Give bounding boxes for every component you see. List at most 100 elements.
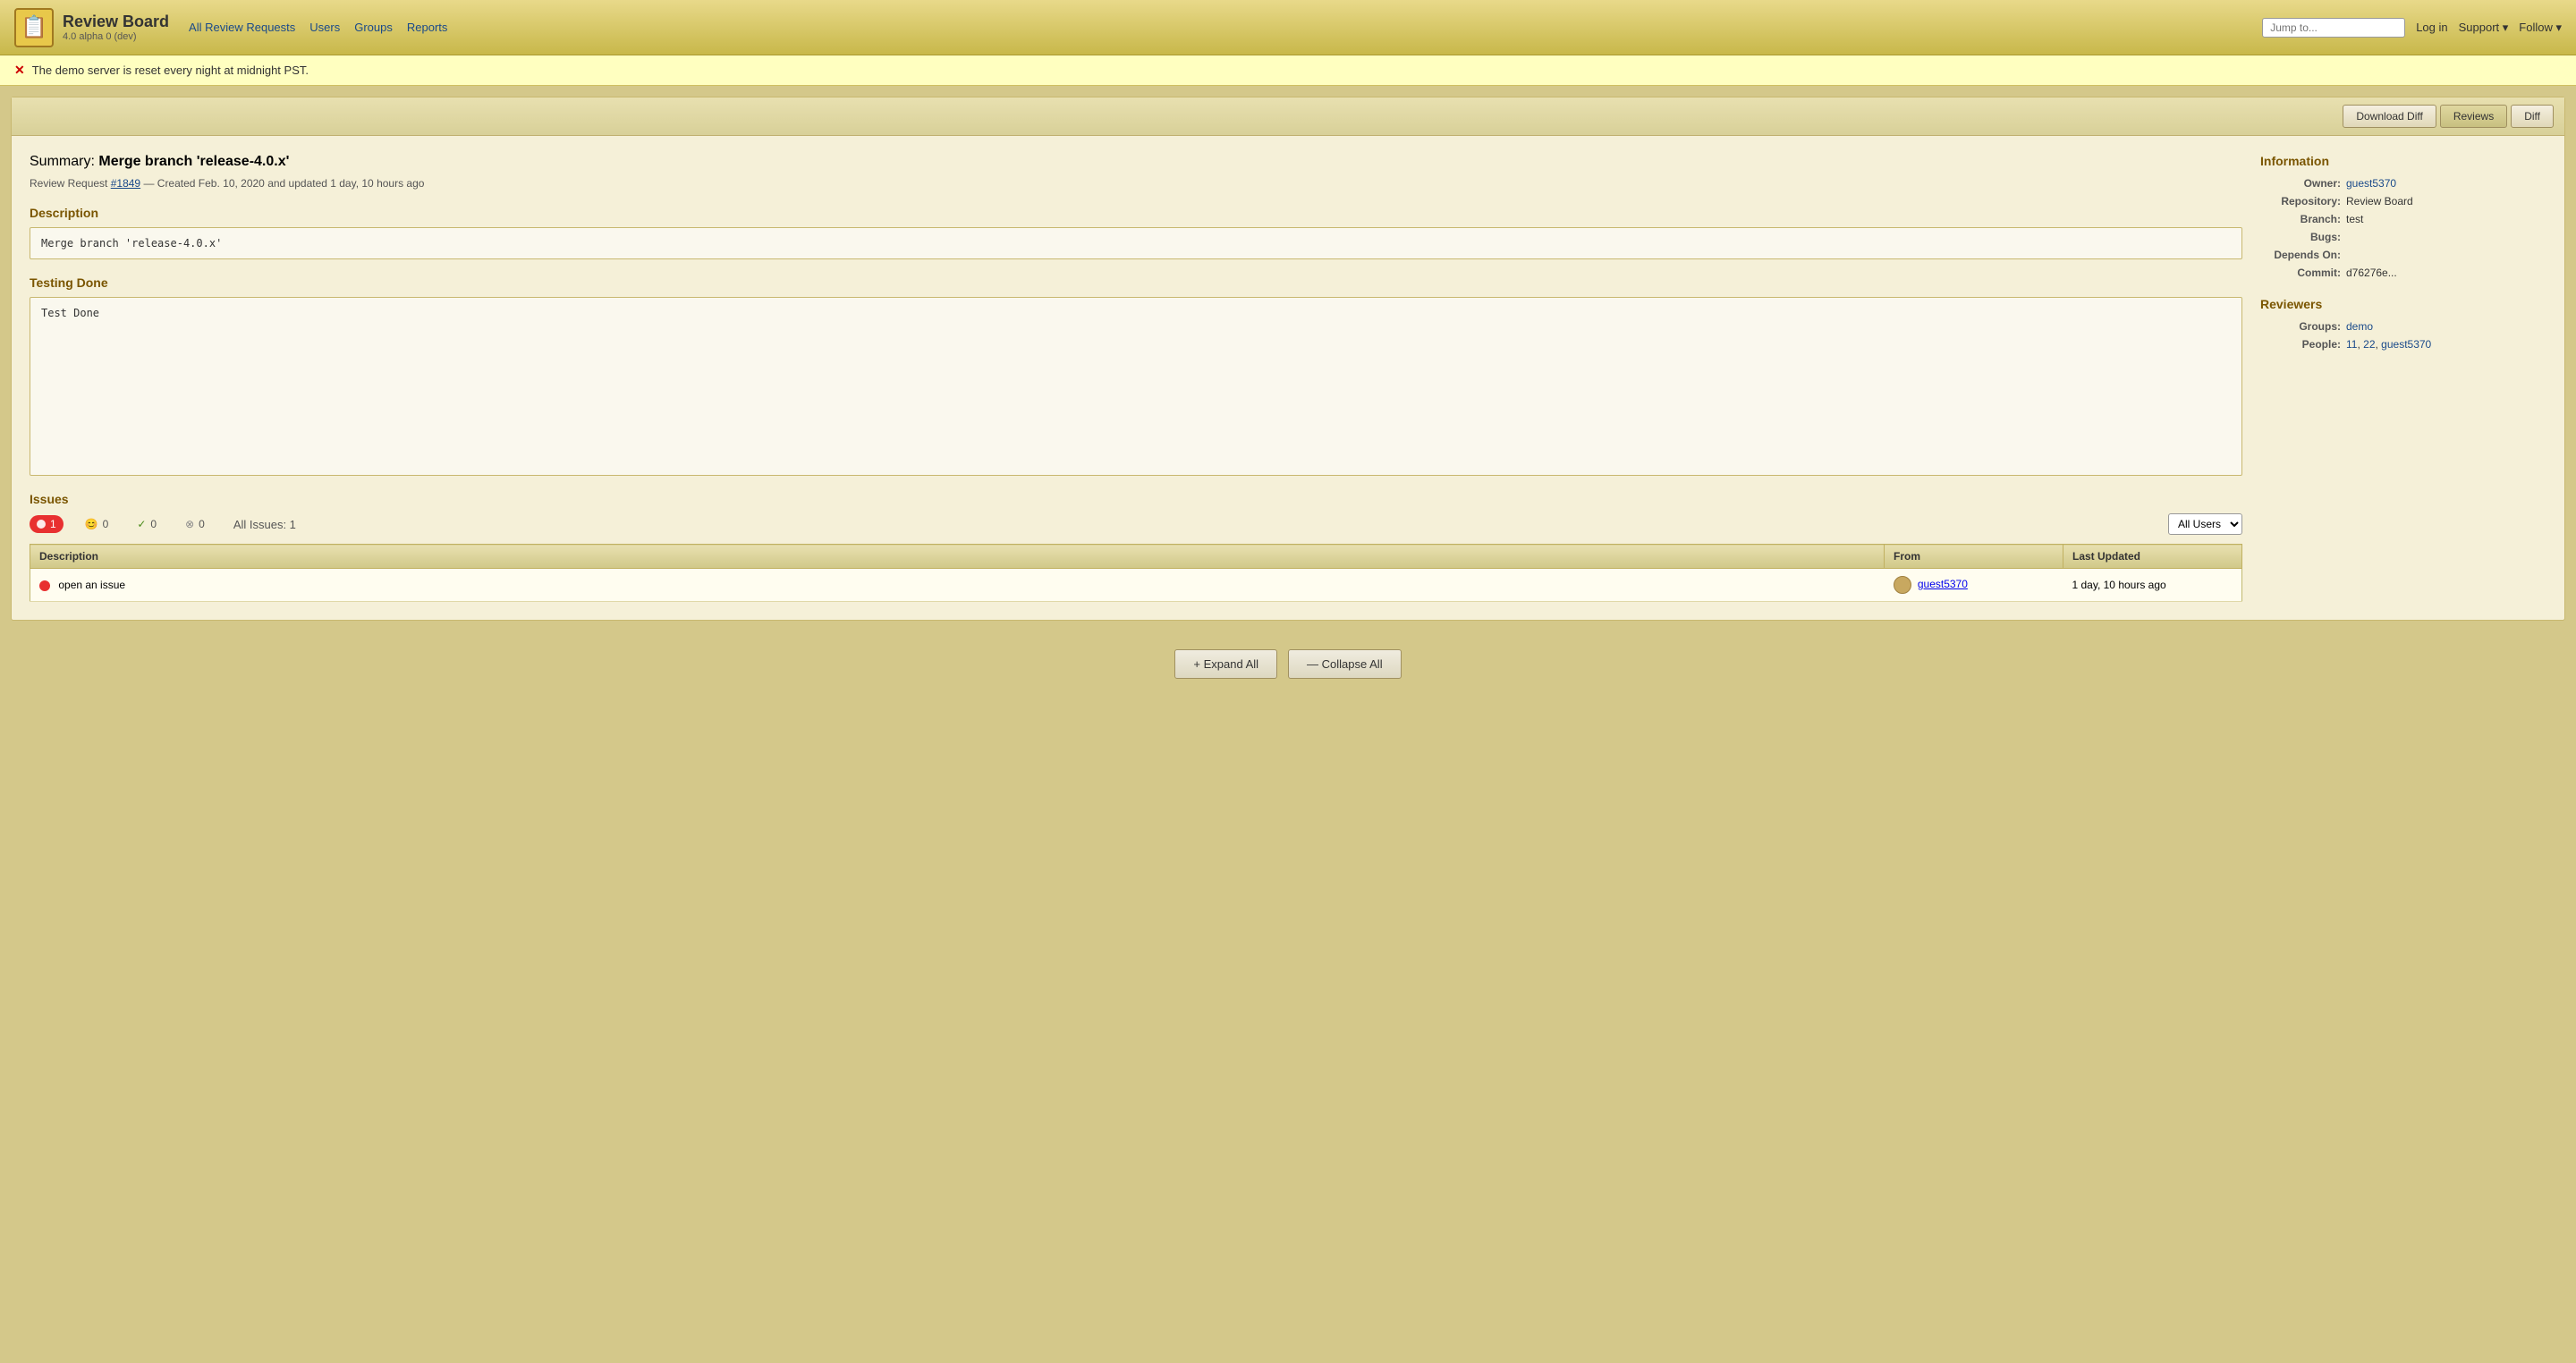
reviewers-groups-row: Groups: demo — [2260, 320, 2546, 333]
issues-user-select[interactable]: All Users — [2168, 513, 2242, 535]
reviews-tab-button[interactable]: Reviews — [2440, 105, 2507, 128]
issues-filter-bar: 1 😊 0 ✓ 0 ⊗ 0 All Issues: 1 — [30, 513, 2242, 535]
toolbar: Download Diff Reviews Diff — [12, 97, 2564, 136]
app-logo-icon: 📋 — [14, 8, 54, 47]
nav-links: All Review Requests Users Groups Reports — [189, 21, 447, 34]
open-dot — [37, 520, 46, 529]
col-last-updated: Last Updated — [2063, 545, 2242, 569]
resolved-emoji: 😊 — [85, 518, 98, 530]
meta-prefix: Review Request — [30, 177, 107, 190]
info-section: Information Owner: guest5370 Repository:… — [2260, 154, 2546, 279]
issue-from-cell: guest5370 — [1885, 569, 2063, 602]
alert-bar: ✕ The demo server is reset every night a… — [0, 55, 2576, 86]
issues-label: Issues — [30, 492, 2242, 506]
issue-description-text: open an issue — [58, 579, 125, 591]
issue-open-dot — [39, 580, 50, 591]
group-demo-link[interactable]: demo — [2346, 320, 2373, 333]
meta-date: — Created Feb. 10, 2020 and updated 1 da… — [143, 177, 424, 190]
table-row[interactable]: open an issue guest5370 1 day, 10 hours … — [30, 569, 2242, 602]
branch-value: test — [2346, 213, 2363, 225]
nav-groups[interactable]: Groups — [354, 21, 393, 34]
issue-description-cell: open an issue — [30, 569, 1885, 602]
info-owner-row: Owner: guest5370 — [2260, 177, 2546, 190]
review-id-link[interactable]: #1849 — [111, 177, 140, 190]
people-11-link[interactable]: 11 — [2346, 338, 2357, 351]
groups-value: demo — [2346, 320, 2373, 333]
diff-tab-button[interactable]: Diff — [2511, 105, 2554, 128]
people-label: People: — [2260, 338, 2341, 351]
people-22-link[interactable]: 22 — [2363, 338, 2375, 351]
logo-area: 📋 Review Board 4.0 alpha 0 (dev) — [14, 8, 169, 47]
issue-updated-cell: 1 day, 10 hours ago — [2063, 569, 2242, 602]
collapse-all-button[interactable]: — Collapse All — [1288, 649, 1402, 679]
owner-label: Owner: — [2260, 177, 2341, 190]
issue-from-user[interactable]: guest5370 — [1918, 578, 1968, 590]
owner-link[interactable]: guest5370 — [2346, 177, 2396, 190]
alert-message: The demo server is reset every night at … — [32, 63, 309, 77]
nav-users[interactable]: Users — [309, 21, 340, 34]
nav-reports[interactable]: Reports — [407, 21, 448, 34]
testing-text: Test Done — [41, 307, 99, 319]
commit-value: d76276e... — [2346, 267, 2397, 279]
dropped-count: 0 — [199, 518, 205, 530]
support-link[interactable]: Support ▾ — [2459, 21, 2509, 35]
reviewers-title: Reviewers — [2260, 297, 2546, 311]
review-main: Summary: Merge branch 'release-4.0.x' Re… — [30, 154, 2242, 602]
bugs-label: Bugs: — [2260, 231, 2341, 243]
expand-all-button[interactable]: + Expand All — [1174, 649, 1277, 679]
owner-value: guest5370 — [2346, 177, 2396, 190]
resolved-count: 0 — [103, 518, 109, 530]
log-in-link[interactable]: Log in — [2416, 21, 2447, 34]
people-guest-link[interactable]: guest5370 — [2381, 338, 2431, 351]
nav-right: Log in Support ▾ Follow ▾ — [2262, 18, 2562, 38]
app-title-group: Review Board 4.0 alpha 0 (dev) — [63, 13, 169, 42]
info-depends-on-row: Depends On: — [2260, 249, 2546, 261]
info-branch-row: Branch: test — [2260, 213, 2546, 225]
testing-box: Test Done — [30, 297, 2242, 476]
summary-line: Summary: Merge branch 'release-4.0.x' — [30, 154, 2242, 170]
issues-table: Description From Last Updated open an is… — [30, 544, 2242, 602]
people-value: 11, 22, guest5370 — [2346, 338, 2431, 351]
col-from: From — [1885, 545, 2063, 569]
reviewers-people-row: People: 11, 22, guest5370 — [2260, 338, 2546, 351]
dropped-issues-badge[interactable]: ⊗ 0 — [178, 515, 212, 533]
testing-done-label: Testing Done — [30, 275, 2242, 290]
alert-close-button[interactable]: ✕ — [14, 63, 25, 78]
summary-label: Summary: — [30, 154, 95, 169]
bottom-bar: + Expand All — Collapse All — [0, 631, 2576, 697]
circle-x-icon: ⊗ — [185, 518, 194, 530]
verified-issues-badge[interactable]: ✓ 0 — [130, 515, 164, 533]
follow-link[interactable]: Follow ▾ — [2519, 21, 2562, 35]
app-title: Review Board — [63, 13, 169, 31]
meta-line: Review Request #1849 — Created Feb. 10, … — [30, 177, 2242, 190]
resolved-issues-badge[interactable]: 😊 0 — [78, 515, 116, 533]
top-navigation: 📋 Review Board 4.0 alpha 0 (dev) All Rev… — [0, 0, 2576, 55]
jump-to-input[interactable] — [2262, 18, 2405, 38]
depends-on-label: Depends On: — [2260, 249, 2341, 261]
repository-label: Repository: — [2260, 195, 2341, 207]
checkmark-icon: ✓ — [137, 518, 146, 530]
app-version: 4.0 alpha 0 (dev) — [63, 31, 169, 42]
description-text: Merge branch 'release-4.0.x' — [41, 237, 222, 250]
download-diff-button[interactable]: Download Diff — [2343, 105, 2436, 128]
issues-section: Issues 1 😊 0 ✓ 0 ⊗ — [30, 492, 2242, 602]
review-body: Summary: Merge branch 'release-4.0.x' Re… — [12, 136, 2564, 620]
open-issues-badge[interactable]: 1 — [30, 515, 64, 533]
groups-label: Groups: — [2260, 320, 2341, 333]
summary-value: Merge branch 'release-4.0.x' — [98, 154, 289, 169]
col-description: Description — [30, 545, 1885, 569]
issues-table-header: Description From Last Updated — [30, 545, 2242, 569]
review-sidebar: Information Owner: guest5370 Repository:… — [2260, 154, 2546, 602]
information-title: Information — [2260, 154, 2546, 168]
avatar — [1894, 576, 1911, 594]
nav-all-review-requests[interactable]: All Review Requests — [189, 21, 295, 34]
verified-count: 0 — [150, 518, 157, 530]
open-count: 1 — [50, 518, 56, 530]
commit-label: Commit: — [2260, 267, 2341, 279]
reviewers-section: Reviewers Groups: demo People: 11, 22, g… — [2260, 297, 2546, 351]
branch-label: Branch: — [2260, 213, 2341, 225]
main-content: Download Diff Reviews Diff Summary: Merg… — [11, 97, 2565, 621]
all-issues-label: All Issues: 1 — [233, 518, 296, 531]
description-label: Description — [30, 206, 2242, 220]
info-repository-row: Repository: Review Board — [2260, 195, 2546, 207]
